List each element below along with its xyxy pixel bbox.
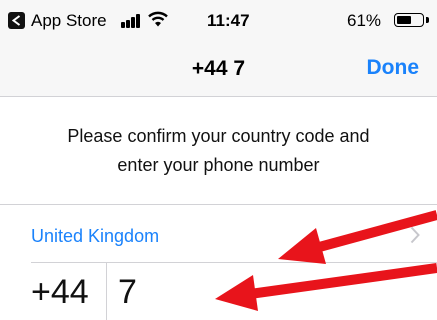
back-to-app-label[interactable]: App Store <box>31 11 107 31</box>
top-bar: App Store 11:47 61% +44 7 Done <box>0 0 437 97</box>
battery-icon <box>394 13 424 27</box>
country-name: United Kingdom <box>31 226 160 246</box>
status-time: 11:47 <box>207 11 250 30</box>
phone-entry-row: +44 7 <box>0 263 437 320</box>
battery-tip <box>426 17 429 23</box>
wifi-icon <box>148 11 168 32</box>
done-button[interactable]: Done <box>367 56 420 80</box>
battery-percent: 61% <box>347 11 382 30</box>
phone-number-field[interactable]: 7 <box>118 273 137 312</box>
field-separator <box>106 263 107 320</box>
signal-bars-icon <box>121 14 141 28</box>
instruction-line-1: Please confirm your country code and <box>67 126 370 146</box>
country-selector-row[interactable]: United Kingdom <box>0 205 437 262</box>
back-to-app-icon[interactable] <box>8 12 25 29</box>
chevron-right-icon <box>410 226 420 249</box>
status-bar: App Store 11:47 61% <box>0 0 437 44</box>
country-code-field[interactable]: +44 <box>31 273 89 312</box>
instruction-line-2: enter your phone number <box>117 155 320 175</box>
instruction-text: Please confirm your country code and ent… <box>0 122 437 180</box>
